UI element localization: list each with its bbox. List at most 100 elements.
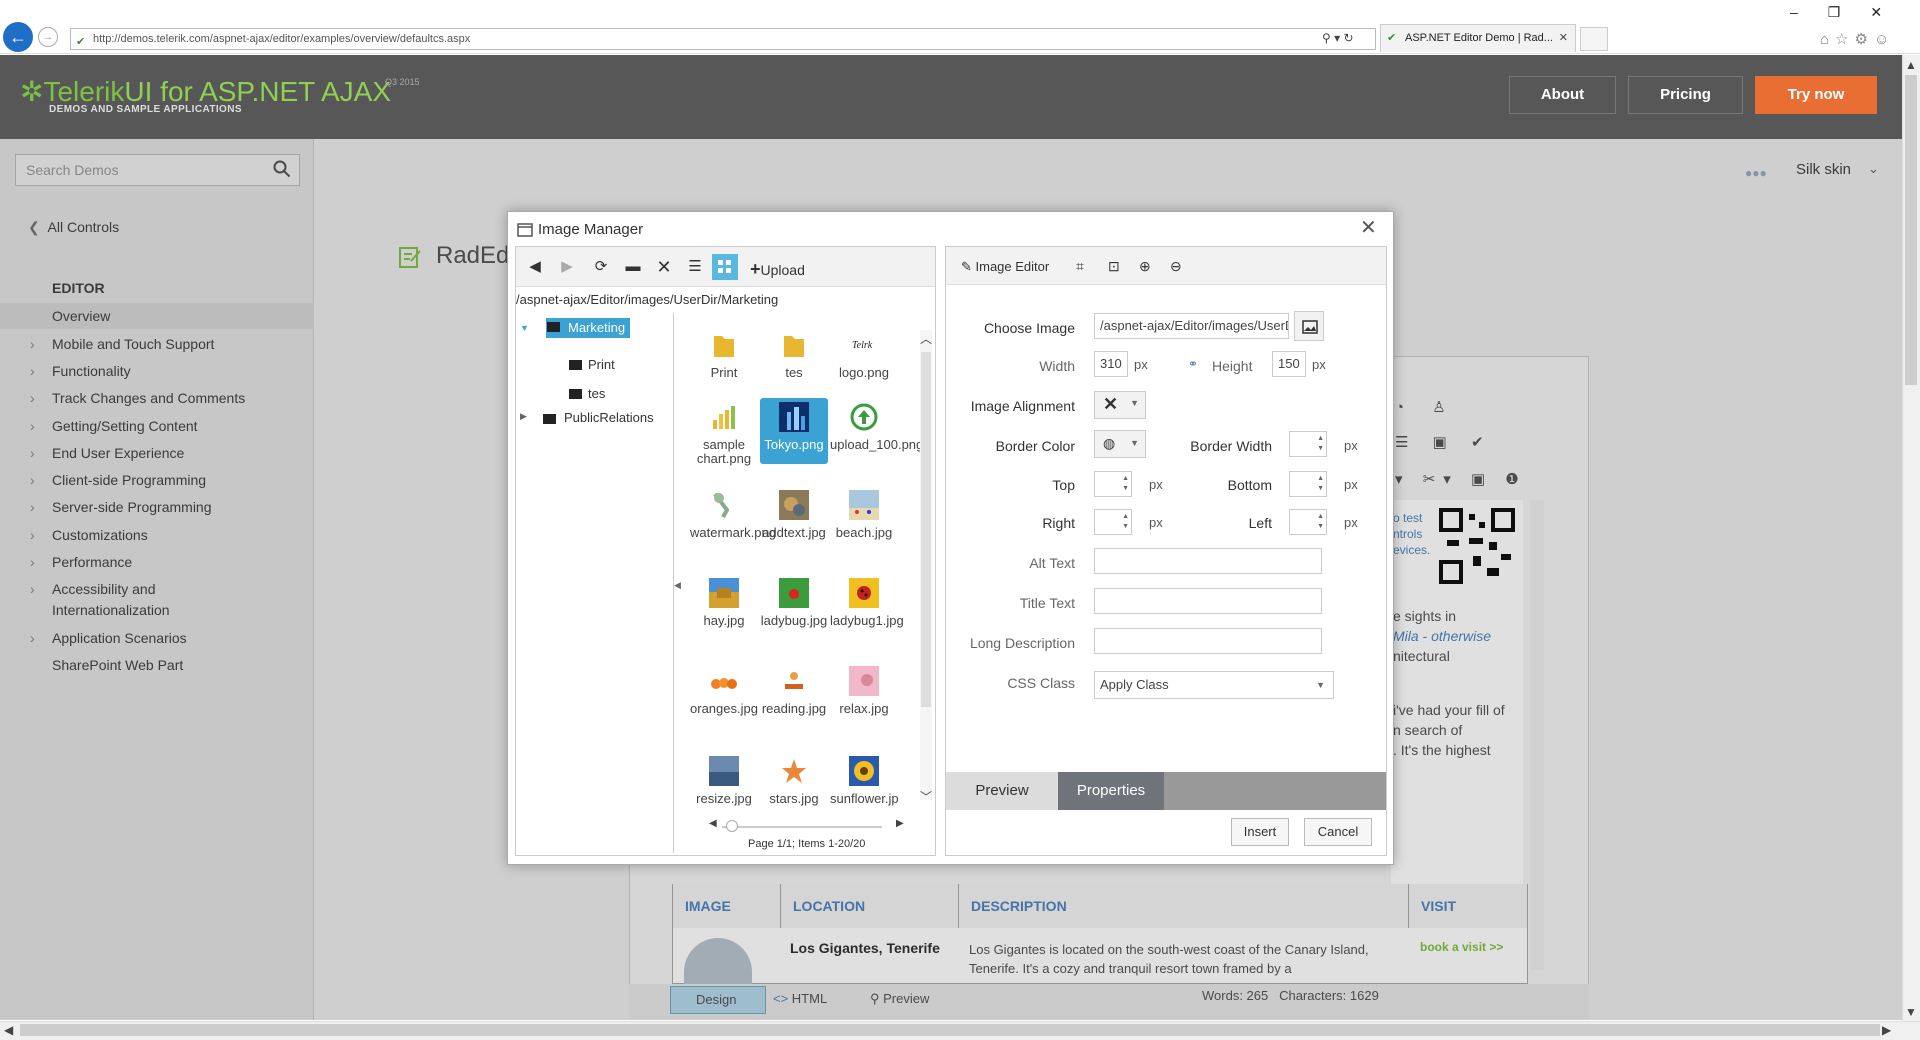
upload-button[interactable]: +Upload xyxy=(750,259,805,280)
tree-expand-icon[interactable]: ▼ xyxy=(520,323,529,333)
ladybug-thumbnail-icon xyxy=(779,578,809,608)
file-item[interactable]: stars.jpg xyxy=(760,756,828,806)
cancel-button[interactable]: Cancel xyxy=(1304,818,1372,846)
zoom-out-icon[interactable]: ⊖ xyxy=(1170,258,1182,275)
file-item[interactable]: Telrk logo.png xyxy=(830,330,898,380)
logo-subtitle: DEMOS AND SAMPLE APPLICATIONS xyxy=(49,104,242,115)
page-vertical-scrollbar-thumb[interactable] xyxy=(1905,75,1917,385)
slider-right-icon[interactable]: ▶ xyxy=(896,818,904,829)
height-label: Height xyxy=(1212,358,1253,374)
insert-button[interactable]: Insert xyxy=(1231,818,1289,846)
delete-icon[interactable]: ✕ xyxy=(655,258,673,276)
address-tools[interactable]: ⚲ ▾ ↻ xyxy=(1322,31,1354,45)
scroll-left-icon[interactable]: ◀ xyxy=(4,1023,13,1037)
border-color-picker[interactable]: ◍ ▼ xyxy=(1094,430,1146,458)
alt-text-input[interactable] xyxy=(1094,548,1322,574)
file-item[interactable]: upload_100.png xyxy=(830,402,923,452)
file-item[interactable]: Print xyxy=(690,330,758,380)
refresh-icon[interactable]: ⟳ xyxy=(592,258,610,276)
file-item[interactable]: hay.jpg xyxy=(690,578,758,628)
file-item[interactable]: tes xyxy=(760,330,828,380)
file-item[interactable]: resize.jpg xyxy=(690,756,758,806)
scrollbar-thumb[interactable] xyxy=(921,352,931,707)
browse-image-icon[interactable] xyxy=(1294,311,1324,341)
file-item[interactable]: sample chart.png xyxy=(690,402,758,466)
file-item[interactable]: ladybug1.jpg xyxy=(830,578,904,628)
css-class-dropdown[interactable]: Apply Class ▼ xyxy=(1094,671,1334,699)
tree-collapse-icon[interactable]: ▶ xyxy=(520,411,527,422)
dialog-close-icon[interactable]: ✕ xyxy=(1360,215,1377,240)
forward-arrow-icon[interactable]: ▶ xyxy=(558,258,576,276)
logo-thumbnail-icon: Telrk xyxy=(852,340,873,351)
file-item[interactable]: reading.jpg xyxy=(760,666,828,716)
constrain-link-icon[interactable]: ⚭ xyxy=(1188,357,1198,371)
tab-close-icon[interactable]: ✕ xyxy=(1559,25,1568,51)
file-name: sunflower.jpg xyxy=(830,791,898,806)
crop-icon[interactable]: ⌗ xyxy=(1076,258,1084,275)
thumb-size-slider[interactable] xyxy=(722,826,882,828)
tab-properties[interactable]: Properties xyxy=(1058,772,1164,810)
forward-button[interactable]: → xyxy=(38,27,58,47)
window-controls[interactable]: –❐✕ xyxy=(1790,4,1912,21)
tree-node-print[interactable]: Print xyxy=(588,357,615,372)
scroll-down-icon[interactable]: ▼ xyxy=(1905,1005,1917,1019)
image-editor-button[interactable]: ✎ Image Editor xyxy=(961,259,1049,275)
tree-node-label: Marketing xyxy=(568,320,626,335)
logo-version: Q3 2015 xyxy=(385,77,420,87)
back-arrow-icon[interactable]: ◀ xyxy=(526,258,544,276)
scroll-up-icon[interactable]: ▲ xyxy=(1905,58,1917,72)
tab-favicon-icon: ✔ xyxy=(1387,32,1397,44)
scroll-right-icon[interactable]: ▶ xyxy=(1882,1023,1891,1037)
file-item[interactable]: addtext.jpg xyxy=(760,490,828,540)
title-text-label: Title Text xyxy=(1019,595,1075,611)
choose-image-input[interactable]: /aspnet-ajax/Editor/images/UserDir/Marke… xyxy=(1094,313,1289,339)
about-button[interactable]: About xyxy=(1509,76,1616,114)
margin-top-spinner[interactable] xyxy=(1094,471,1132,497)
margin-left-spinner[interactable] xyxy=(1289,509,1327,535)
margin-bottom-label: Bottom xyxy=(1227,477,1272,493)
file-item-selected[interactable]: Tokyo.png xyxy=(760,398,828,464)
margin-right-spinner[interactable] xyxy=(1094,509,1132,535)
file-item[interactable]: relax.jpg xyxy=(830,666,898,716)
file-item[interactable]: beach.jpg xyxy=(830,490,898,540)
file-item[interactable]: ladybug.jpg xyxy=(760,578,828,628)
folder-icon xyxy=(569,389,582,399)
try-now-button[interactable]: Try now xyxy=(1755,76,1877,114)
svg-text:Telrk: Telrk xyxy=(852,340,873,351)
pane-splitter-icon[interactable]: ◀ xyxy=(674,580,681,591)
page-horizontal-scrollbar-thumb[interactable] xyxy=(20,1024,1880,1036)
browser-toolbar-icons[interactable]: ⌂☆⚙☺ xyxy=(1820,30,1895,48)
file-item[interactable]: watermark.png xyxy=(690,490,776,540)
image-alignment-dropdown[interactable]: ✕ ▼ xyxy=(1094,391,1146,419)
list-view-icon[interactable]: ☰ xyxy=(686,258,704,276)
margin-bottom-spinner[interactable] xyxy=(1289,471,1327,497)
file-name: addtext.jpg xyxy=(762,525,826,540)
tree-node-publicrelations[interactable]: PublicRelations xyxy=(564,410,654,425)
address-bar[interactable]: ✔ http://demos.telerik.com/aspnet-ajax/e… xyxy=(70,28,1376,50)
file-item[interactable]: oranges.jpg xyxy=(690,666,758,716)
px-unit: px xyxy=(1312,357,1326,372)
width-label: Width xyxy=(1039,358,1075,374)
scroll-down-icon[interactable]: ﹀ xyxy=(920,788,932,805)
new-folder-icon[interactable]: ▬ xyxy=(624,258,642,276)
thumbnails-view-icon[interactable] xyxy=(712,254,738,280)
height-input[interactable]: 150 xyxy=(1272,351,1306,377)
width-input[interactable]: 310 xyxy=(1094,351,1128,377)
scroll-up-icon[interactable]: ︿ xyxy=(920,330,932,347)
browser-tab[interactable]: ✔ ASP.NET Editor Demo | Rad... ✕ xyxy=(1380,24,1576,52)
zoom-in-icon[interactable]: ⊕ xyxy=(1139,258,1151,275)
long-description-input[interactable] xyxy=(1094,628,1322,654)
tree-node-tes[interactable]: tes xyxy=(588,386,605,401)
border-width-spinner[interactable] xyxy=(1289,431,1327,457)
slider-handle[interactable] xyxy=(726,820,738,832)
long-description-label: Long Description xyxy=(969,635,1075,651)
tab-preview[interactable]: Preview xyxy=(946,772,1058,810)
new-tab-button[interactable] xyxy=(1580,27,1608,51)
best-fit-icon[interactable]: ⊡ xyxy=(1108,258,1120,275)
pricing-button[interactable]: Pricing xyxy=(1628,76,1743,114)
file-name: logo.png xyxy=(839,365,889,380)
title-text-input[interactable] xyxy=(1094,588,1322,614)
file-item[interactable]: sunflower.jpg xyxy=(830,756,898,806)
slider-left-icon[interactable]: ◀ xyxy=(709,818,717,829)
back-button[interactable]: ← xyxy=(3,22,33,52)
